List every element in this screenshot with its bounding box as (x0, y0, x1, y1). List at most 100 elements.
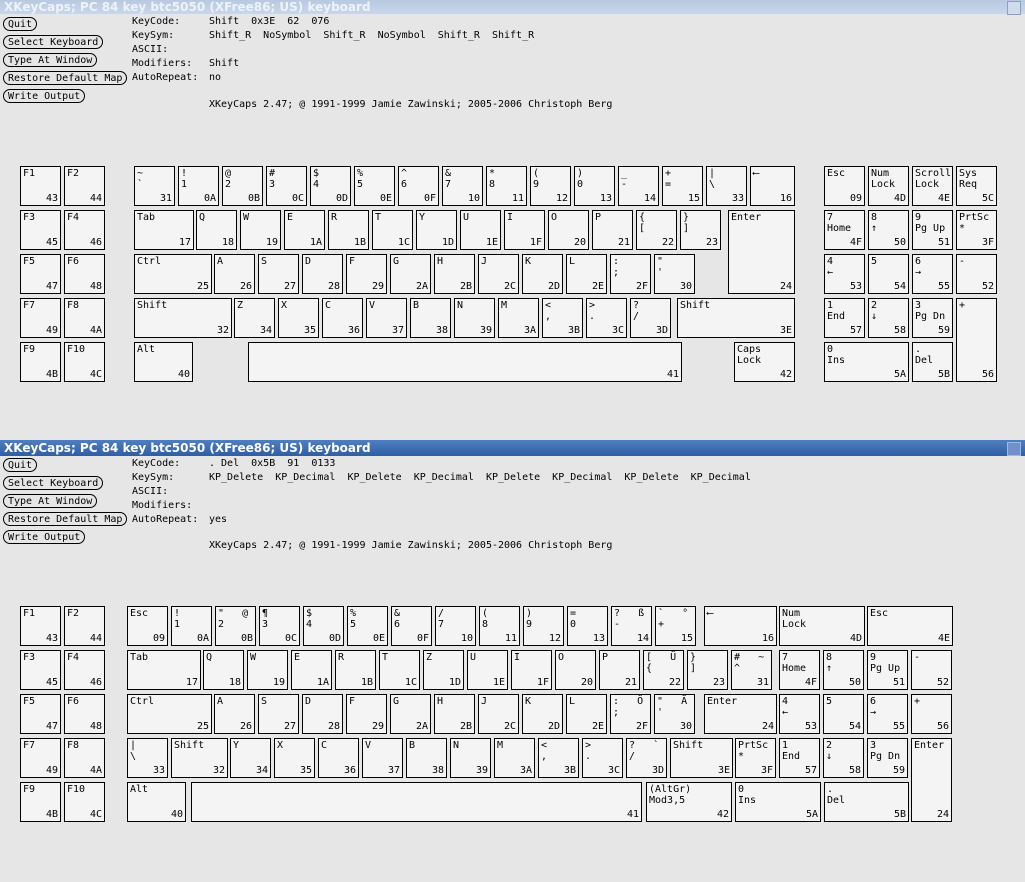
key-code-83[interactable]: . Del 5B (824, 782, 909, 822)
key-ctrl[interactable]: Ctrl 25 (127, 694, 212, 734)
key-code-21[interactable]: ? ß - 14 (611, 606, 652, 646)
key-code-61[interactable]: | \ 33 (127, 738, 168, 778)
key-code-18[interactable]: * 8 11 (486, 166, 527, 206)
key-f8[interactable]: F8 4A (64, 738, 105, 778)
key-tab[interactable]: Tab 17 (134, 210, 194, 250)
key-y[interactable]: Y 34 (230, 738, 271, 778)
key-code-39[interactable]: # ~ ^ 31 (731, 650, 772, 690)
key-e[interactable]: E 1A (291, 650, 332, 690)
key-f7[interactable]: F7 49 (20, 298, 61, 338)
key-6[interactable]: 6 → 55 (867, 694, 908, 734)
key-i[interactable]: I 1F (504, 210, 545, 250)
key-code-15[interactable]: % 5 0E (354, 166, 395, 206)
key-h[interactable]: H 2B (434, 254, 475, 294)
window-title-bar[interactable]: XKeyCaps; PC 84 key btc5050 (XFree86; US… (0, 0, 1025, 15)
key-y[interactable]: Y 1D (416, 210, 457, 250)
key-tab[interactable]: Tab 17 (127, 650, 201, 690)
key-ctrl[interactable]: Ctrl 25 (134, 254, 212, 294)
key-9[interactable]: 9 Pg Up 51 (912, 210, 953, 250)
key-code-38[interactable]: } ] 23 (687, 650, 728, 690)
select-keyboard-button[interactable]: Select Keyboard (3, 35, 104, 49)
key-p[interactable]: P 21 (599, 650, 640, 690)
key-num[interactable]: Num Lock 4D (868, 166, 909, 206)
key-q[interactable]: Q 18 (196, 210, 237, 250)
key-t[interactable]: T 1C (372, 210, 413, 250)
key-scroll[interactable]: Scroll Lock 4E (912, 166, 953, 206)
key-g[interactable]: G 2A (390, 694, 431, 734)
space-key[interactable]: 41 (248, 342, 682, 382)
key-s[interactable]: S 27 (258, 254, 299, 294)
key-r[interactable]: R 1B (328, 210, 369, 250)
key-5[interactable]: 5 54 (823, 694, 864, 734)
key-5[interactable]: 5 54 (868, 254, 909, 294)
key-x[interactable]: X 35 (278, 298, 319, 338)
key-q[interactable]: Q 18 (203, 650, 244, 690)
key-7[interactable]: 7 Home 4F (824, 210, 865, 250)
key-code-37[interactable]: [ Ü {22 (643, 650, 684, 690)
key-l[interactable]: L 2E (566, 254, 607, 294)
key-0[interactable]: 0 Ins 5A (735, 782, 821, 822)
key-f9[interactable]: F9 4B (20, 782, 61, 822)
key-f2[interactable]: F2 44 (64, 606, 105, 646)
key-alt[interactable]: Alt 40 (134, 342, 193, 382)
key-v[interactable]: V 37 (366, 298, 407, 338)
quit-button[interactable]: Quit (3, 17, 38, 31)
key-code-19[interactable]: ) 9 12 (523, 606, 564, 646)
key-code-77[interactable]: - 52 (956, 254, 997, 294)
key-w[interactable]: W 19 (247, 650, 288, 690)
key-code-55[interactable]: " Ä ' 30 (654, 694, 695, 734)
key-code-22[interactable]: + = 15 (662, 166, 703, 206)
key-f3[interactable]: F3 45 (20, 650, 61, 690)
key-p[interactable]: P 21 (592, 210, 633, 250)
key-w[interactable]: W 19 (240, 210, 281, 250)
key-o[interactable]: O 20 (548, 210, 589, 250)
key-code-37[interactable]: } ] 23 (680, 210, 721, 250)
key-f4[interactable]: F4 46 (64, 210, 105, 250)
key-8[interactable]: 8 ↑ 50 (823, 650, 864, 690)
key-x[interactable]: X 35 (274, 738, 315, 778)
key-h[interactable]: H 2B (434, 694, 475, 734)
window-title-bar[interactable]: XKeyCaps; PC 84 key btc5050 (XFree86; US… (0, 440, 1025, 456)
restore-default-map-button[interactable]: Restore Default Map (3, 512, 128, 526)
key-t[interactable]: T 1C (379, 650, 420, 690)
key-4[interactable]: 4 ← 53 (824, 254, 865, 294)
key-code-81[interactable]: +56 (956, 298, 997, 382)
key-code-36[interactable]: { [22 (636, 210, 677, 250)
key-shift[interactable]: Shift 3E (670, 738, 733, 778)
key-f1[interactable]: F1 43 (20, 166, 61, 206)
key-code-83[interactable]: . Del 5B (912, 342, 953, 382)
key-shift[interactable]: Shift 3E (677, 298, 795, 338)
key-f7[interactable]: F7 49 (20, 738, 61, 778)
key-code-15[interactable]: % 5 0E (347, 606, 388, 646)
key-7[interactable]: 7 Home 4F (779, 650, 820, 690)
key-shift[interactable]: Shift 32 (171, 738, 228, 778)
key-d[interactable]: D 28 (302, 694, 343, 734)
key-code-10[interactable]: ~ ` 31 (134, 166, 175, 206)
key-code-61[interactable]: ? / 3D (630, 298, 671, 338)
key-m[interactable]: M 3A (494, 738, 535, 778)
key-f9[interactable]: F9 4B (20, 342, 61, 382)
key-z[interactable]: Z 1D (423, 650, 464, 690)
space-key[interactable]: 41 (191, 782, 642, 822)
key-code-12[interactable]: @ 2 0B (222, 166, 263, 206)
key-c[interactable]: C 36 (318, 738, 359, 778)
key-sys[interactable]: Sys Req 5C (956, 166, 997, 206)
select-keyboard-button[interactable]: Select Keyboard (3, 476, 104, 490)
key-code-70[interactable]: < , 3B (538, 738, 579, 778)
close-icon[interactable] (1007, 1, 1021, 15)
key-j[interactable]: J 2C (478, 694, 519, 734)
key-code-50[interactable]: " ' 30 (654, 254, 695, 294)
key-3[interactable]: 3 Pg Dn 59 (912, 298, 953, 338)
type-at-window-button[interactable]: Type At Window (3, 53, 98, 67)
key-code-16[interactable]: ^ 6 0F (398, 166, 439, 206)
key-caps[interactable]: Caps Lock 42 (734, 342, 795, 382)
key-code-11[interactable]: ! 1 0A (171, 606, 212, 646)
key-8[interactable]: 8 ↑ 50 (868, 210, 909, 250)
key-altgr[interactable]: (AltGr) Mod3,5 42 (646, 782, 732, 822)
key-f10[interactable]: F10 4C (64, 782, 105, 822)
key-esc[interactable]: Esc 4E (867, 606, 953, 646)
key-alt[interactable]: Alt 40 (127, 782, 186, 822)
key-u[interactable]: U 1E (467, 650, 508, 690)
key-c[interactable]: C 36 (322, 298, 363, 338)
key-1[interactable]: 1 End 57 (779, 738, 820, 778)
